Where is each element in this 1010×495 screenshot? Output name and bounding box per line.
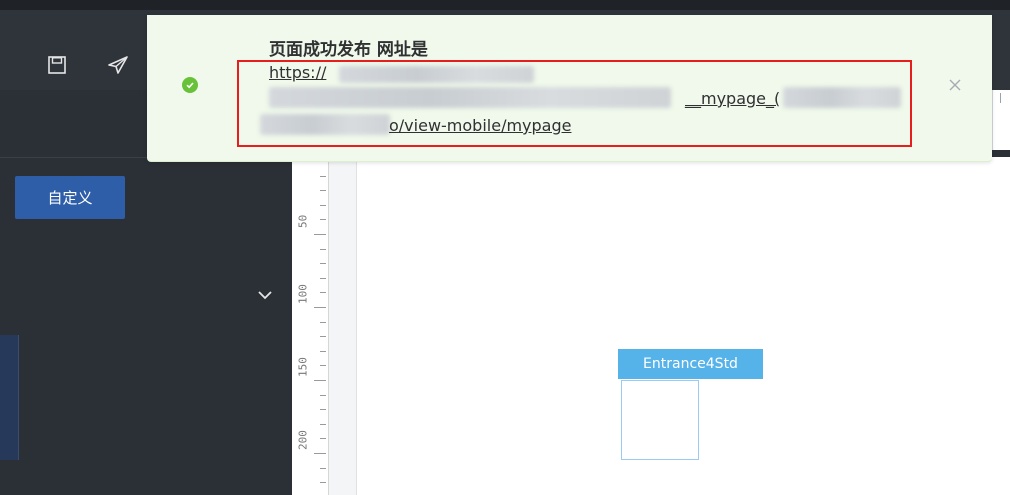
ruler-tick — [320, 409, 326, 410]
chevron-down-icon[interactable] — [255, 287, 275, 303]
vertical-ruler: 50 100 150 200 — [292, 157, 329, 495]
ruler-tick — [320, 292, 326, 293]
ruler-label: 50 — [296, 214, 310, 228]
ruler-tick — [320, 219, 326, 220]
ruler-tick — [320, 278, 326, 279]
ruler-tick — [320, 263, 326, 264]
ruler-label: 150 — [296, 357, 310, 377]
widget-label[interactable]: Entrance4Std — [618, 349, 763, 379]
check-circle-icon — [182, 77, 198, 93]
window-top-strip — [0, 0, 1010, 10]
panel-side-strip — [0, 335, 19, 460]
toast-title: 页面成功发布 网址是 — [269, 40, 428, 60]
url-highlight-box — [237, 60, 912, 147]
ruler-tick — [320, 395, 326, 396]
widget-box[interactable] — [621, 380, 699, 460]
ruler-tick — [320, 482, 326, 483]
save-icon[interactable] — [42, 50, 72, 80]
ruler-tick — [314, 453, 326, 454]
close-icon[interactable] — [944, 74, 966, 96]
right-frame — [992, 90, 1010, 150]
ruler-tick — [320, 424, 326, 425]
ruler-tick — [314, 234, 326, 235]
ruler-tick — [320, 176, 326, 177]
ruler-tick — [320, 322, 326, 323]
ruler-tick — [1000, 93, 1001, 103]
ruler-tick — [320, 205, 326, 206]
ruler-tick — [314, 380, 326, 381]
ruler-label: 200 — [296, 430, 310, 450]
custom-button[interactable]: 自定义 — [15, 176, 125, 219]
ruler-tick — [320, 468, 326, 469]
ruler-tick — [320, 336, 326, 337]
canvas-gutter — [329, 157, 357, 495]
ruler-tick — [314, 307, 326, 308]
send-icon[interactable] — [103, 50, 133, 80]
ruler-tick — [320, 365, 326, 366]
ruler-tick — [320, 249, 326, 250]
ruler-tick — [320, 190, 326, 191]
ruler-tick — [320, 351, 326, 352]
ruler-label: 100 — [296, 284, 310, 304]
ruler-tick — [320, 438, 326, 439]
